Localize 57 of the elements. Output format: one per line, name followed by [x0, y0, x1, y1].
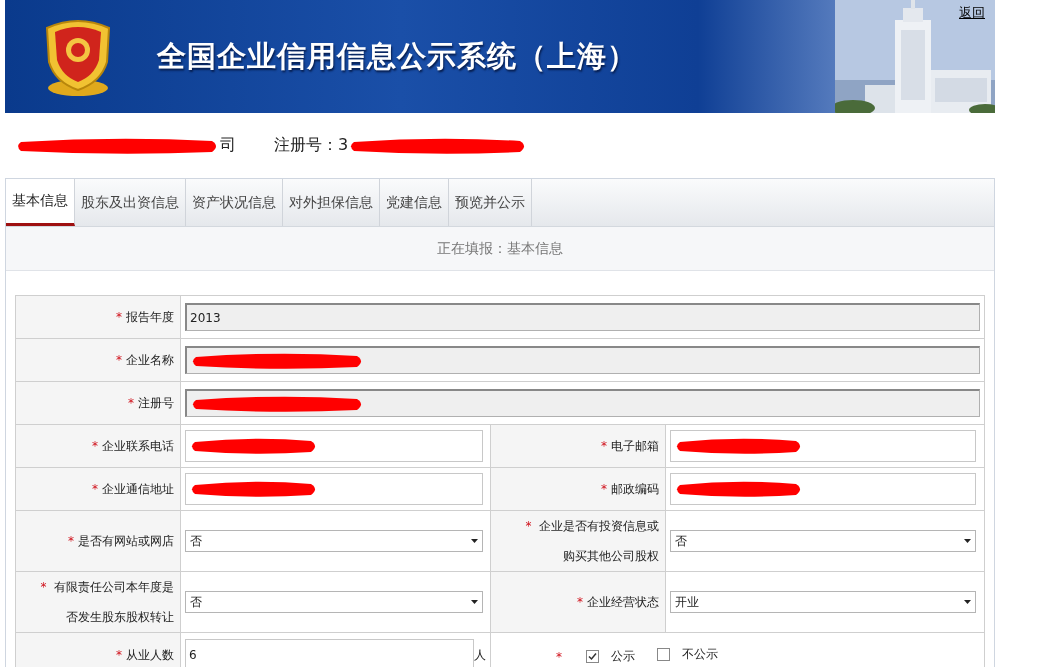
required-mark: *: [92, 438, 98, 455]
input-field[interactable]: 2013: [185, 303, 980, 331]
registration-label: 注册号：3: [274, 135, 349, 156]
checkbox-label: 不公示: [682, 645, 718, 663]
caret-icon: [471, 539, 478, 543]
checkbox[interactable]: [657, 647, 670, 661]
input-field[interactable]: [185, 473, 483, 505]
dropdown[interactable]: 否: [670, 530, 976, 552]
tab[interactable]: 党建信息: [380, 179, 449, 226]
input-field[interactable]: [185, 389, 980, 417]
field-label: 报告年度: [126, 309, 174, 326]
field-label: 企业是否有投资信息或购买其他公司股权: [538, 518, 659, 565]
input-field[interactable]: 6: [185, 639, 474, 667]
tab[interactable]: 资产状况信息: [186, 179, 283, 226]
tab[interactable]: 对外担保信息: [283, 179, 380, 226]
required-mark: *: [68, 533, 74, 550]
required-mark: *: [92, 481, 98, 498]
field-label: 企业通信地址: [102, 481, 174, 498]
required-mark: *: [525, 518, 532, 535]
required-mark: *: [556, 649, 562, 664]
company-name: 司: [220, 135, 236, 156]
input-field[interactable]: [185, 430, 483, 462]
checkbox-label: 公示: [611, 647, 635, 665]
required-mark: *: [601, 481, 607, 498]
field-label: 电子邮箱: [611, 438, 659, 455]
required-mark: *: [577, 594, 583, 611]
tab[interactable]: 预览并公示: [449, 179, 532, 226]
caret-icon: [964, 600, 971, 604]
caret-icon: [964, 539, 971, 543]
input-field[interactable]: [670, 430, 976, 462]
field-label: 注册号: [138, 395, 174, 412]
tab[interactable]: 股东及出资信息: [75, 179, 186, 226]
input-field[interactable]: [670, 473, 976, 505]
required-mark: *: [116, 647, 122, 664]
unit-label: 人: [474, 646, 486, 664]
field-label: 企业经营状态: [587, 594, 659, 611]
status-text: 正在填报：基本信息: [437, 239, 563, 258]
dropdown[interactable]: 否: [185, 591, 483, 613]
field-label: 企业联系电话: [102, 438, 174, 455]
field-label: 企业名称: [126, 352, 174, 369]
dropdown[interactable]: 否: [185, 530, 483, 552]
field-label: 邮政编码: [611, 481, 659, 498]
required-mark: *: [116, 309, 122, 326]
checkbox[interactable]: [586, 649, 599, 663]
required-mark: *: [128, 395, 134, 412]
caret-icon: [471, 600, 478, 604]
dropdown[interactable]: 开业: [670, 591, 976, 613]
required-mark: *: [116, 352, 122, 369]
required-mark: *: [40, 579, 47, 596]
field-label: 从业人数: [126, 647, 174, 664]
field-label: 有限责任公司本年度是否发生股东股权转让: [53, 579, 174, 626]
required-mark: *: [601, 438, 607, 455]
input-field[interactable]: [185, 346, 980, 374]
field-label: 是否有网站或网店: [78, 533, 174, 550]
tab[interactable]: 基本信息: [6, 179, 75, 226]
page-banner-title: 全国企业信用信息公示系统（上海）: [157, 37, 637, 75]
back-link[interactable]: 返回: [959, 4, 985, 22]
